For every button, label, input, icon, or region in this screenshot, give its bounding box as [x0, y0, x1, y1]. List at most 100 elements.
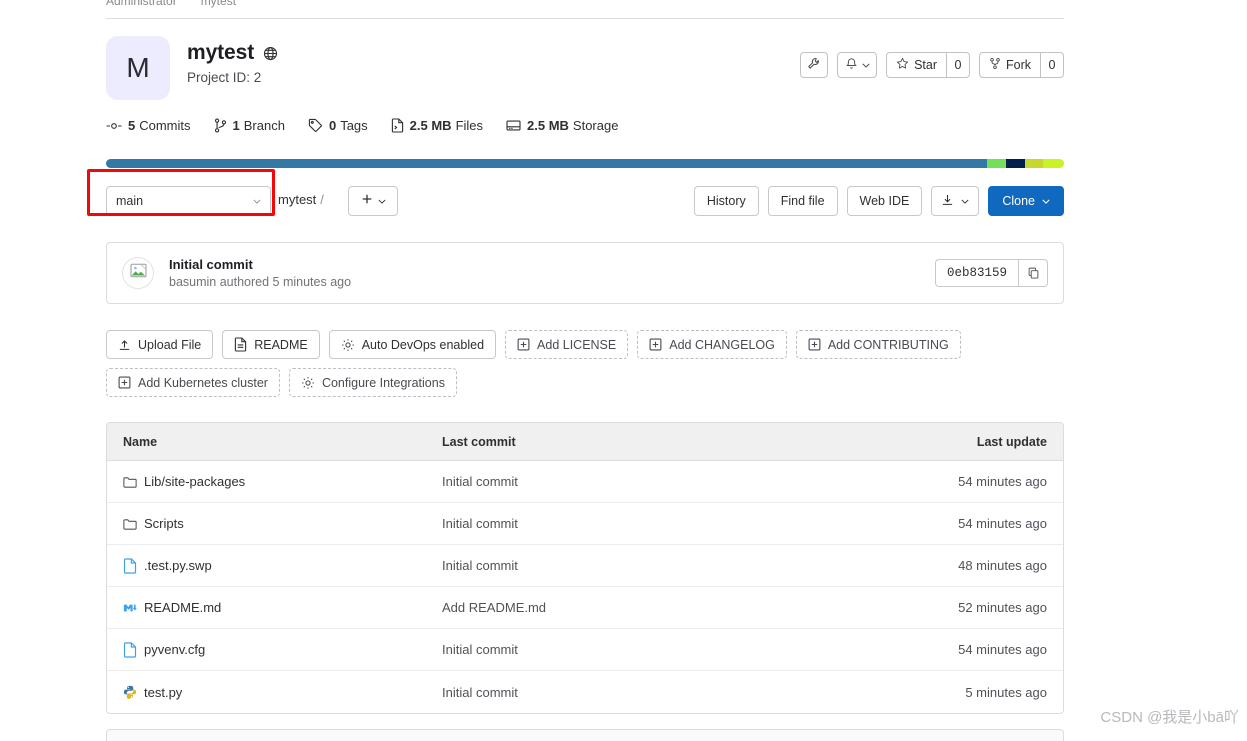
python-icon — [123, 684, 137, 700]
configure-integrations-button[interactable]: Configure Integrations — [288, 368, 457, 397]
cell-last-commit[interactable]: Initial commit — [442, 558, 888, 573]
table-row[interactable]: pyvenv.cfg Initial commit 54 minutes ago — [107, 629, 1063, 671]
folder-icon — [123, 516, 137, 532]
storage-icon — [506, 119, 521, 132]
chevron-down-icon — [961, 199, 969, 204]
fork-control: Fork 0 — [979, 52, 1064, 78]
file-name-link[interactable]: Lib/site-packages — [144, 474, 245, 489]
language-segment-3[interactable] — [1024, 159, 1043, 168]
clone-button[interactable]: Clone — [988, 186, 1064, 216]
cell-last-commit[interactable]: Initial commit — [442, 685, 888, 700]
tag-icon — [308, 118, 323, 133]
chevron-down-icon — [1042, 199, 1050, 204]
project-avatar: M — [106, 36, 170, 100]
gear-icon — [301, 376, 315, 390]
bell-icon — [845, 57, 858, 74]
cell-last-update: 54 minutes ago — [958, 474, 1047, 489]
download-dropdown-button[interactable] — [931, 186, 980, 216]
language-segment-2[interactable] — [1005, 159, 1025, 168]
branch-select-value: main — [116, 194, 144, 208]
copy-icon[interactable] — [1018, 259, 1048, 287]
chevron-down-icon — [377, 199, 386, 204]
breadcrumb: Administrator mytest — [106, 0, 236, 8]
page-title: mytest — [187, 41, 255, 64]
add-changelog-button[interactable]: Add CHANGELOG — [637, 330, 787, 359]
stat-value: 2.5 MB — [527, 118, 569, 133]
add-license-button[interactable]: Add LICENSE — [505, 330, 629, 359]
commit-sha[interactable]: 0eb83159 — [934, 259, 1018, 287]
fork-button[interactable]: Fork — [979, 52, 1040, 78]
commit-title[interactable]: Initial commit — [169, 257, 351, 272]
path-project[interactable]: mytest — [278, 192, 316, 207]
project-stat-branch[interactable]: 1 Branch — [214, 118, 285, 133]
project-header: M mytest Project ID: 2 — [106, 36, 278, 100]
quick-action-label: README — [254, 337, 308, 352]
table-row[interactable]: .test.py.swp Initial commit 48 minutes ago — [107, 545, 1063, 587]
language-segment-4[interactable] — [1042, 159, 1064, 168]
file-name-link[interactable]: .test.py.swp — [144, 558, 212, 573]
notification-dropdown-button[interactable] — [837, 52, 878, 78]
plus-box-icon — [517, 338, 530, 351]
commit-meta: basumin authored 5 minutes ago — [169, 275, 352, 289]
language-segment-0[interactable] — [106, 159, 988, 168]
history-button[interactable]: History — [693, 186, 759, 216]
cell-last-commit[interactable]: Add README.md — [442, 600, 888, 615]
auto-devops-enabled-button[interactable]: Auto DevOps enabled — [328, 330, 497, 359]
cell-last-commit[interactable]: Initial commit — [442, 516, 888, 531]
breadcrumb-project[interactable]: mytest — [201, 0, 236, 8]
doc-icon — [234, 337, 247, 352]
readme-button[interactable]: README — [222, 330, 320, 359]
web-ide-button[interactable]: Web IDE — [846, 186, 923, 216]
quick-action-label: Add LICENSE — [537, 337, 617, 352]
project-id-label: Project ID: 2 — [187, 70, 262, 85]
add-contributing-button[interactable]: Add CONTRIBUTING — [795, 330, 961, 359]
cell-name: pyvenv.cfg — [107, 641, 442, 658]
column-header-name: Name — [123, 434, 158, 449]
language-segment-1[interactable] — [987, 159, 1006, 168]
star-label: Star — [914, 58, 937, 72]
cell-name: Scripts — [107, 516, 442, 532]
project-stat-tags[interactable]: 0 Tags — [308, 118, 368, 133]
plus-box-icon — [118, 376, 131, 389]
star-button[interactable]: Star — [886, 52, 946, 78]
file-name-link[interactable]: README.md — [144, 600, 221, 615]
column-header-last-commit: Last commit — [442, 434, 516, 449]
last-commit-card: Initial commit basumin authored 5 minute… — [106, 242, 1064, 304]
table-row[interactable]: Scripts Initial commit 54 minutes ago — [107, 503, 1063, 545]
project-stat-storage[interactable]: 2.5 MB Storage — [506, 118, 618, 133]
commit-sha-group: 0eb83159 — [934, 259, 1048, 287]
file-toolbar-actions: History Find file Web IDE Clone — [693, 186, 1064, 216]
branch-select[interactable]: main — [106, 186, 271, 216]
project-stat-files[interactable]: 2.5 MB Files — [391, 118, 483, 133]
branch-icon — [214, 118, 227, 133]
file-path-breadcrumb: mytest / — [278, 192, 326, 207]
quick-action-label: Auto DevOps enabled — [361, 337, 485, 352]
breadcrumb-divider — [106, 18, 1064, 19]
find-file-button[interactable]: Find file — [767, 186, 838, 216]
table-row[interactable]: test.py Initial commit 5 minutes ago — [107, 671, 1063, 713]
cell-last-commit[interactable]: Initial commit — [442, 642, 888, 657]
file-name-link[interactable]: Scripts — [144, 516, 184, 531]
table-row[interactable]: Lib/site-packages Initial commit 54 minute… — [107, 461, 1063, 503]
cell-last-commit[interactable]: Initial commit — [442, 474, 888, 489]
project-meta: mytest Project ID: 2 — [187, 36, 278, 85]
star-icon — [896, 57, 909, 73]
file-name-link[interactable]: pyvenv.cfg — [144, 642, 205, 657]
file-blue-icon — [123, 557, 137, 574]
add-kubernetes-cluster-button[interactable]: Add Kubernetes cluster — [106, 368, 280, 397]
cell-name: README.md — [107, 600, 442, 616]
folder-icon — [123, 474, 137, 490]
upload-file-button[interactable]: Upload File — [106, 330, 214, 359]
project-stat-commits[interactable]: 5 Commits — [106, 118, 191, 133]
clone-label: Clone — [1002, 194, 1035, 208]
chevron-down-icon — [253, 199, 261, 204]
table-row[interactable]: README.md Add README.md 52 minutes ago — [107, 587, 1063, 629]
path-separator: / — [320, 192, 324, 207]
cell-name: test.py — [107, 684, 442, 700]
project-settings-button[interactable] — [800, 52, 829, 78]
download-icon — [941, 193, 954, 210]
file-name-link[interactable]: test.py — [144, 685, 182, 700]
stat-value: 0 — [328, 118, 337, 133]
breadcrumb-owner[interactable]: Administrator — [106, 0, 177, 8]
add-to-repo-button[interactable] — [348, 186, 398, 216]
